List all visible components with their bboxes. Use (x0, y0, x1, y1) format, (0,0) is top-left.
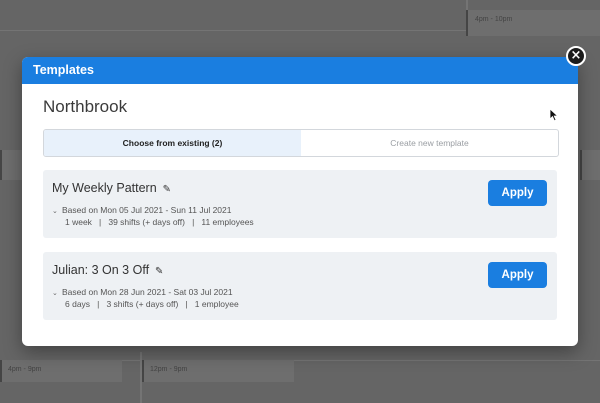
template-tabs: Choose from existing (2) Create new temp… (43, 129, 559, 157)
location-title: Northbrook (43, 97, 128, 116)
templates-modal: Templates Northbrook Choose from existin… (22, 57, 578, 346)
apply-button[interactable]: Apply (488, 180, 547, 206)
chevron-down-icon[interactable]: ⌄ (52, 207, 62, 215)
stat-separator: | (97, 299, 100, 309)
stat-separator: | (192, 217, 195, 227)
template-card: Julian: 3 On 3 Off ✎ ⌄ Based on Mon 28 Jun… (43, 252, 557, 320)
template-shifts: 3 shifts (+ days off) (106, 299, 179, 309)
template-stats: 1 week | 39 shifts (+ days off) | 11 emp… (65, 217, 254, 227)
modal-header: Templates (22, 57, 578, 84)
template-based-on[interactable]: ⌄ Based on Mon 05 Jul 2021 - Sun 11 Jul 2… (52, 205, 232, 215)
pencil-icon[interactable]: ✎ (155, 266, 163, 277)
template-name: Julian: 3 On 3 Off (52, 263, 150, 277)
template-employees: 1 employee (194, 299, 239, 309)
template-based-on[interactable]: ⌄ Based on Mon 28 Jun 2021 - Sat 03 Jul 2… (52, 287, 233, 297)
template-title: Julian: 3 On 3 Off ✎ (52, 263, 163, 277)
mouse-cursor-icon (549, 108, 559, 122)
apply-button[interactable]: Apply (488, 262, 547, 288)
template-employees: 11 employees (201, 217, 254, 227)
based-on-text: Based on Mon 05 Jul 2021 - Sun 11 Jul 20… (62, 205, 232, 215)
stat-separator: | (99, 217, 102, 227)
chevron-down-icon[interactable]: ⌄ (52, 289, 62, 297)
close-icon: × (570, 48, 582, 63)
template-name: My Weekly Pattern (52, 181, 157, 195)
tab-create-new[interactable]: Create new template (301, 130, 558, 156)
template-duration: 6 days (65, 299, 91, 309)
template-shifts: 39 shifts (+ days off) (108, 217, 185, 227)
pencil-icon[interactable]: ✎ (163, 184, 171, 195)
tab-choose-existing[interactable]: Choose from existing (2) (44, 130, 301, 156)
template-card: My Weekly Pattern ✎ ⌄ Based on Mon 05 Jul … (43, 170, 557, 238)
template-duration: 1 week (65, 217, 92, 227)
stat-separator: | (185, 299, 188, 309)
close-button[interactable]: × (566, 46, 586, 66)
template-title: My Weekly Pattern ✎ (52, 181, 171, 195)
based-on-text: Based on Mon 28 Jun 2021 - Sat 03 Jul 20… (62, 287, 233, 297)
template-stats: 6 days | 3 shifts (+ days off) | 1 emplo… (65, 299, 239, 309)
